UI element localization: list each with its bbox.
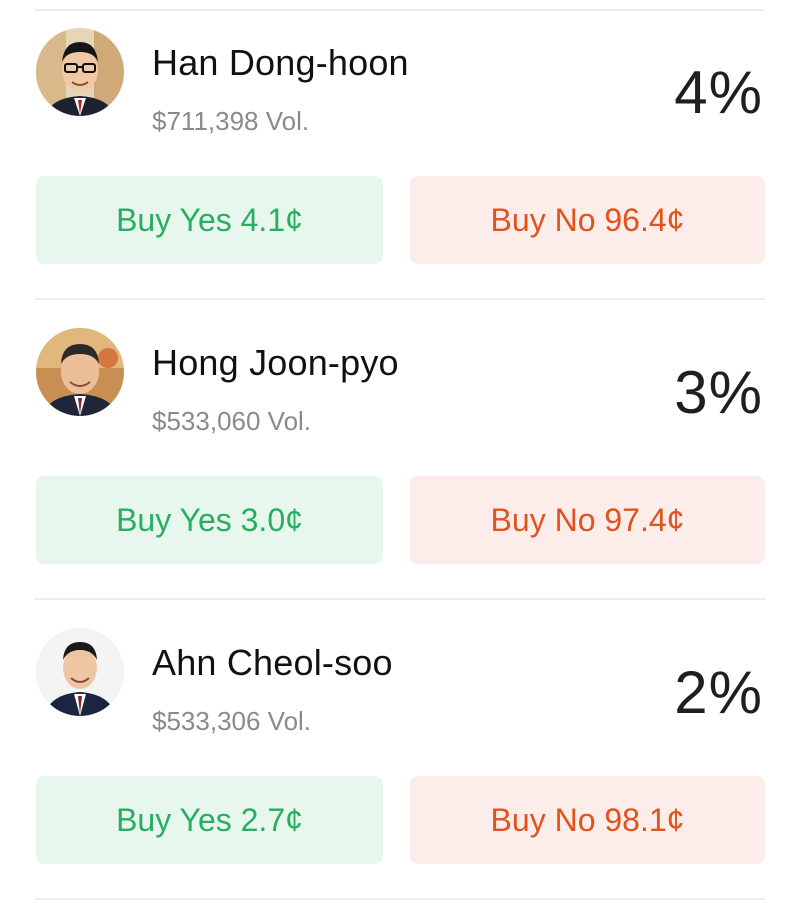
volume-label: $711,398 Vol. [152,106,310,136]
probability-percent: 4% [674,59,763,126]
buy-yes-button[interactable]: Buy Yes 2.7¢ [36,776,383,864]
market-row-han-dong-hoon: Han Dong-hoon $711,398 Vol. 4% Buy Yes 4… [0,0,800,300]
volume-label: $533,306 Vol. [152,706,312,736]
probability-percent: 2% [674,659,763,726]
buy-no-button[interactable]: Buy No 98.1¢ [410,776,765,864]
avatar [36,328,124,416]
candidate-photo-icon [36,328,124,416]
avatar [36,28,124,116]
avatar [36,628,124,716]
candidate-photo-icon [36,28,124,116]
buy-no-button[interactable]: Buy No 97.4¢ [410,476,765,564]
market-row-ahn-cheol-soo: Ahn Cheol-soo $533,306 Vol. 2% Buy Yes 2… [0,600,800,900]
candidate-name: Ahn Cheol-soo [152,642,393,683]
volume-label: $533,060 Vol. [152,406,312,436]
candidate-name: Han Dong-hoon [152,42,409,83]
buy-yes-button[interactable]: Buy Yes 3.0¢ [36,476,383,564]
buy-yes-button[interactable]: Buy Yes 4.1¢ [36,176,383,264]
candidate-photo-icon [36,628,124,716]
buy-no-button[interactable]: Buy No 96.4¢ [410,176,765,264]
market-row-hong-joon-pyo: Hong Joon-pyo $533,060 Vol. 3% Buy Yes 3… [0,300,800,600]
candidate-name: Hong Joon-pyo [152,342,399,383]
row-divider [35,898,765,900]
probability-percent: 3% [674,359,763,426]
